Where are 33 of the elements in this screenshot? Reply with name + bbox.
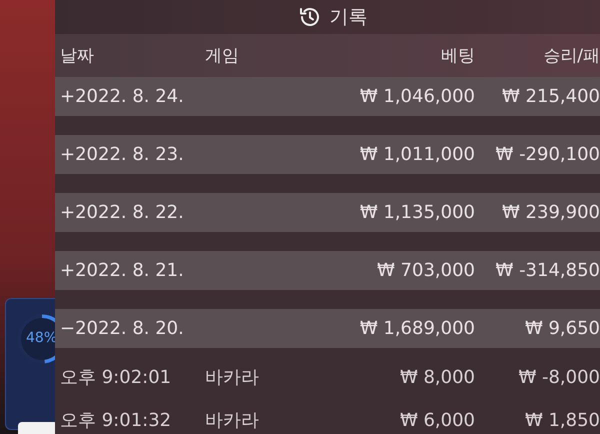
panel-title: 기록 xyxy=(330,5,368,30)
date-cell-text: +2022. 8. 22. xyxy=(60,202,185,223)
date-cell-text: +2022. 8. 23. xyxy=(60,144,185,165)
game-cell-text: 바카라 xyxy=(205,409,260,432)
time-cell-text: 오후 9:01:32 xyxy=(60,409,172,432)
bet-cell-text: ₩ 703,000 xyxy=(376,260,475,281)
result-cell-text: ₩ -8,000 xyxy=(517,366,600,388)
date-cell-text: +2022. 8. 21. xyxy=(60,260,185,281)
result-cell-text: ₩ 9,650 xyxy=(524,318,600,339)
date-cell-text: −2022. 8. 20. xyxy=(60,318,185,339)
bet-cell-text: ₩ 1,135,000 xyxy=(358,202,475,223)
game-cell-text: 바카라 xyxy=(205,366,260,389)
result-cell-text: ₩ -290,100 xyxy=(494,144,600,165)
time-cell-text: 오후 9:02:01 xyxy=(60,366,172,389)
column-header: 날짜 xyxy=(60,45,95,68)
column-header: 게임 xyxy=(205,45,240,68)
bet-cell-text: ₩ 1,046,000 xyxy=(358,86,475,107)
result-cell-text: ₩ 1,850 xyxy=(524,410,600,430)
date-row[interactable]: +2022. 8. 21. ₩ 703,000 ₩ -314,850 xyxy=(55,251,600,290)
bet-cell-text: ₩ 6,000 xyxy=(398,410,475,430)
result-cell-text: ₩ 215,400 xyxy=(501,86,600,107)
result-cell-text: ₩ 239,900 xyxy=(501,202,600,223)
date-row[interactable]: +2022. 8. 24. ₩ 1,046,000 ₩ 215,400 xyxy=(55,77,600,116)
date-row[interactable]: +2022. 8. 23. ₩ 1,011,000 ₩ -290,100 xyxy=(55,135,600,174)
date-cell-text: +2022. 8. 24. xyxy=(60,86,185,107)
date-row[interactable]: −2022. 8. 20. ₩ 1,689,000 ₩ 9,650 xyxy=(55,309,600,348)
bet-cell-text: ₩ 1,689,000 xyxy=(358,318,475,339)
date-row[interactable]: +2022. 8. 22. ₩ 1,135,000 ₩ 239,900 xyxy=(55,193,600,232)
result-cell-text: ₩ -314,850 xyxy=(494,260,600,281)
column-header: 승리/패 xyxy=(542,45,600,68)
bet-cell-text: ₩ 1,011,000 xyxy=(358,144,475,165)
bet-cell-text: ₩ 8,000 xyxy=(398,366,475,388)
column-header: 베팅 xyxy=(440,45,475,68)
